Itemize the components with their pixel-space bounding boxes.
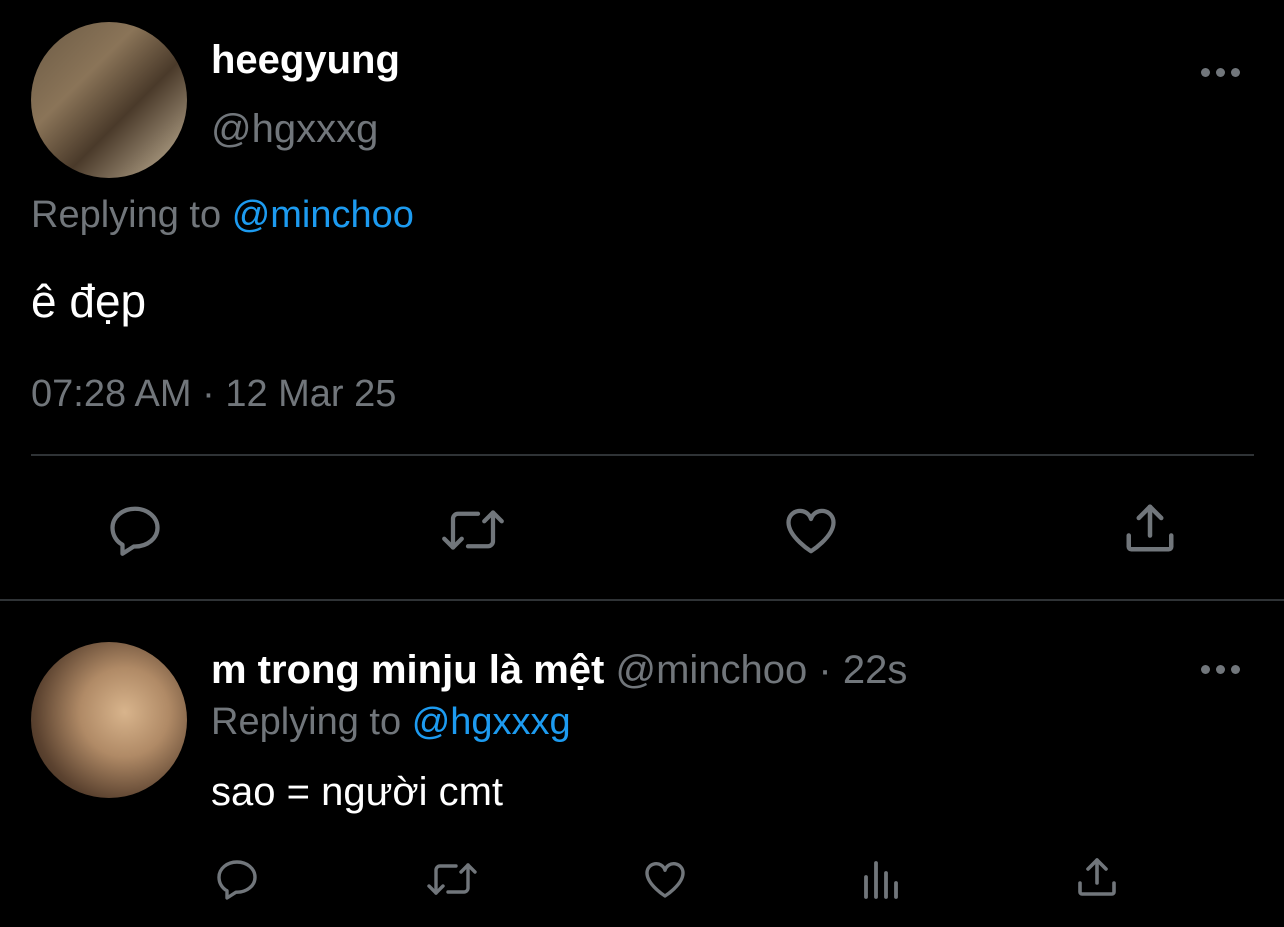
separator-dot: · [818, 648, 832, 692]
replying-to-mention[interactable]: @hgxxxg [412, 701, 571, 743]
tweet-text: ê đẹp [31, 275, 147, 327]
like-icon[interactable] [780, 500, 842, 560]
reply-author-avatar[interactable] [31, 642, 187, 798]
retweet-icon[interactable] [438, 500, 508, 560]
views-icon[interactable] [858, 855, 906, 903]
author-handle[interactable]: @hgxxxg [211, 107, 378, 152]
reply-author-handle[interactable]: @minchoo [615, 648, 807, 692]
replying-to-line: Replying to @minchoo [31, 194, 414, 237]
reply-icon[interactable] [213, 855, 261, 903]
reply-author-display-name[interactable]: m trong minju là mệt [211, 648, 604, 692]
divider [31, 454, 1254, 456]
more-options-icon[interactable] [1201, 68, 1241, 78]
author-display-name[interactable]: heegyung [211, 38, 400, 83]
retweet-icon[interactable] [424, 855, 480, 903]
reply-tweet-text: sao = người cmt [211, 770, 504, 814]
share-icon[interactable] [1073, 853, 1121, 901]
tweet-timestamp[interactable]: 07:28 AM · 12 Mar 25 [31, 373, 396, 416]
section-divider [0, 599, 1284, 601]
replying-to-label: Replying to [211, 701, 402, 743]
share-icon[interactable] [1120, 498, 1180, 558]
reply-time-ago[interactable]: 22s [843, 648, 908, 692]
reply-replying-to-line: Replying to @hgxxxg [211, 701, 571, 744]
replying-to-mention[interactable]: @minchoo [232, 194, 414, 236]
author-avatar[interactable] [31, 22, 187, 178]
reply-icon[interactable] [105, 500, 165, 560]
replying-to-label: Replying to [31, 194, 222, 236]
more-options-icon[interactable] [1201, 665, 1241, 675]
like-icon[interactable] [640, 855, 690, 903]
reply-header: m trong minju là mệt @minchoo · 22s [211, 648, 907, 693]
